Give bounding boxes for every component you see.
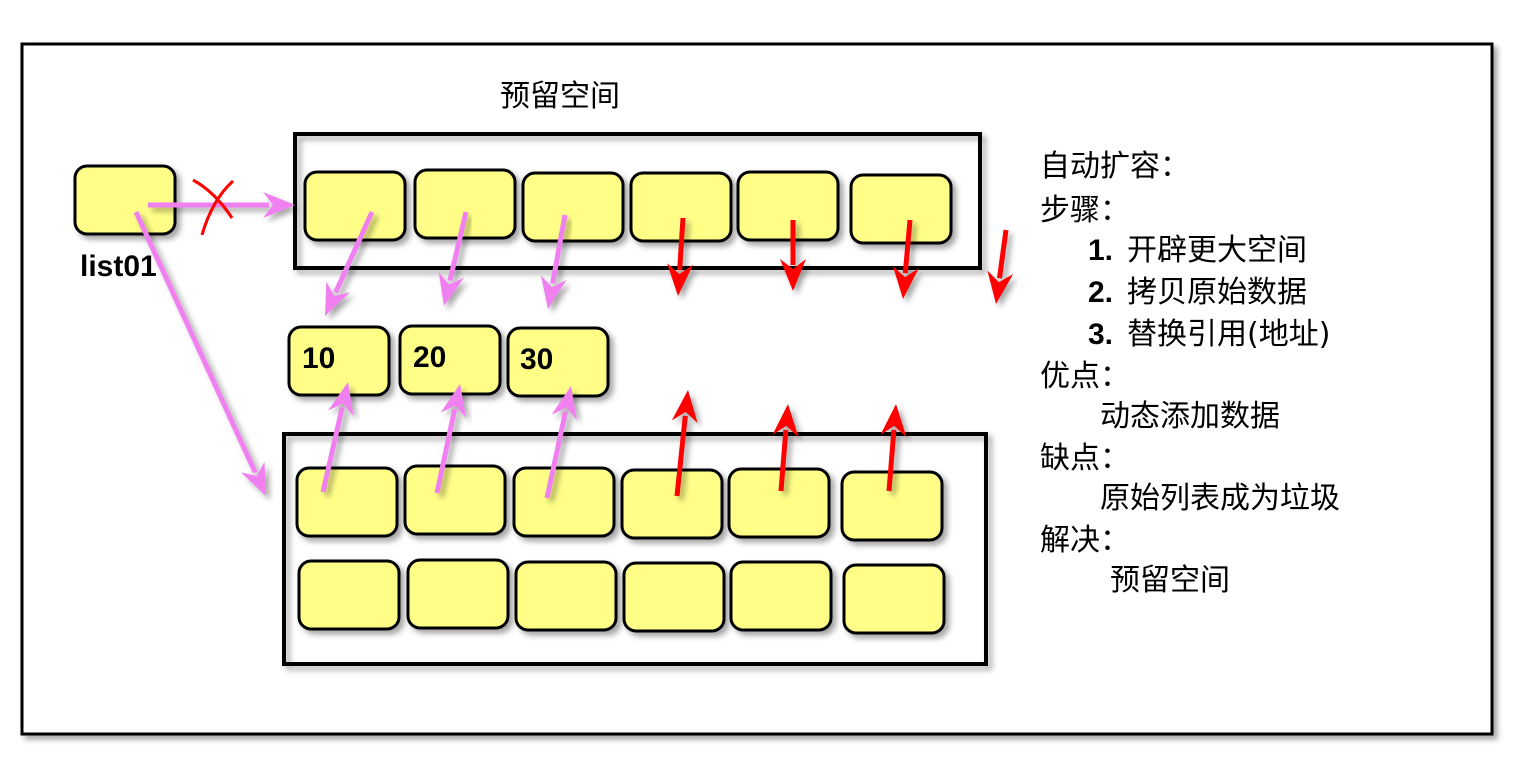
pros-text: 动态添加数据 (1100, 399, 1280, 434)
step-3-text: 替换引用(地址) (1127, 317, 1330, 352)
value-label: 10 (302, 342, 335, 375)
original-cell (736, 170, 840, 242)
solution-heading: 解决： (1040, 523, 1130, 558)
value-label: 30 (520, 343, 553, 376)
value-cell-10: 10 (287, 325, 391, 397)
pros-heading: 优点： (1040, 359, 1130, 394)
steps-heading: 步骤： (1040, 193, 1130, 228)
cons-text: 原始列表成为垃圾 (1100, 481, 1340, 516)
solution-text: 预留空间 (1110, 563, 1230, 598)
value-cell-20: 20 (398, 324, 502, 396)
expanded-cell (512, 466, 616, 538)
original-cell (849, 173, 953, 245)
expanded-cell (620, 468, 724, 540)
original-cell (303, 170, 407, 242)
value-label: 20 (413, 341, 446, 374)
expanded-cell (727, 467, 831, 539)
auto-expansion-diagram: 预留空间 list01 10 20 30 自动扩容： 步骤： 1. 开辟更大空间… (20, 42, 1494, 736)
notes-heading: 自动扩容： (1040, 149, 1190, 184)
expanded-cell (729, 560, 833, 632)
original-cell (413, 168, 517, 240)
expanded-cell (403, 464, 507, 536)
expanded-cell (514, 560, 618, 632)
expanded-cell (622, 561, 726, 633)
step-2-number: 2. (1088, 276, 1113, 309)
list01-label: list01 (80, 250, 157, 283)
expanded-cell (295, 466, 399, 538)
original-cell (521, 171, 625, 243)
expanded-cell (406, 558, 510, 630)
reserved-space-title: 预留空间 (500, 79, 620, 114)
step-2-text: 拷贝原始数据 (1127, 275, 1307, 310)
step-1-text: 开辟更大空间 (1127, 233, 1307, 268)
value-cell-30: 30 (506, 326, 610, 398)
step-1-number: 1. (1088, 234, 1113, 267)
list01-variable-cell (73, 164, 177, 236)
expanded-cell (297, 559, 401, 631)
step-3-number: 3. (1088, 318, 1113, 351)
expanded-cell (842, 563, 946, 635)
cons-heading: 缺点： (1040, 441, 1130, 476)
